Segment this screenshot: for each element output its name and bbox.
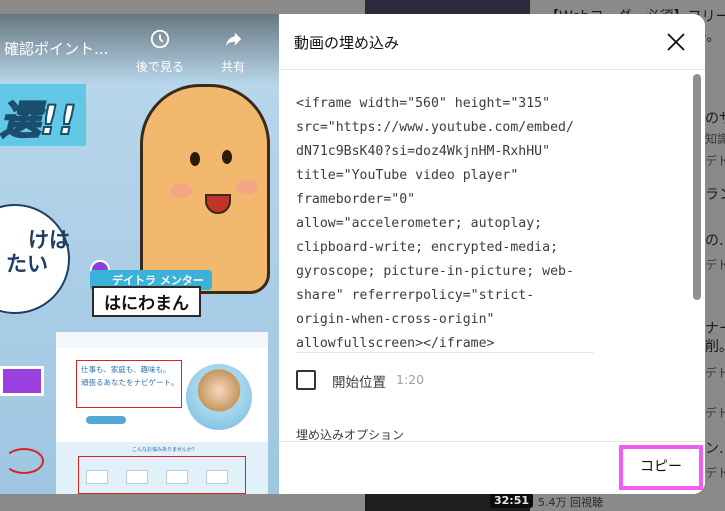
related-video-title: のサー (705, 111, 725, 127)
related-video-title: の… (705, 233, 725, 249)
related-video-channel: デトラ (705, 154, 725, 168)
related-video-title: ン… (705, 441, 725, 457)
mockup-highlight-box: 仕事も、家庭も、趣味も。 頑張るあなたをナビゲート。 (76, 360, 182, 408)
code-line: share" referrerpolicy="strict- (296, 288, 535, 303)
watch-later-button[interactable]: 後で見る (134, 28, 186, 75)
mockup-headline: 仕事も、家庭も、趣味も。 (81, 365, 171, 374)
related-video-channel: デトラ (705, 366, 725, 380)
dialog-scrollbar[interactable] (693, 74, 701, 300)
thumbnail-arrow-icon (4, 448, 44, 474)
related-video-title: ラン (705, 187, 725, 203)
mockup-section-title: こんなお悩みありませんか？ (132, 447, 197, 453)
related-video-channel: デトラ (705, 466, 725, 480)
share-label: 共有 (220, 60, 245, 74)
mascot-cheek (170, 184, 192, 198)
embed-options-heading: 埋め込みオプション (296, 428, 405, 441)
related-video-meta: 知識。 (705, 132, 725, 146)
related-video-channel: デトラ (705, 406, 725, 420)
embed-code-textarea[interactable]: <iframe width="560" height="315" src="ht… (296, 92, 596, 356)
mascot-eye (190, 152, 200, 166)
dialog-body: <iframe width="560" height="315" src="ht… (279, 71, 705, 441)
share-button[interactable]: 共有 (207, 28, 259, 75)
mentor-name: はにわまん (92, 286, 201, 317)
start-position-label: 開始位置 (332, 375, 386, 391)
thumbnail-purple-bar (0, 366, 44, 396)
code-line: frameborder="0" (296, 192, 416, 207)
mascot-eye (222, 150, 232, 164)
embed-dialog: 動画の埋め込み <iframe width="560" height="315"… (279, 14, 705, 494)
code-line: origin-when-cross-origin" (296, 312, 495, 327)
related-video-channel: デトラ (705, 258, 725, 272)
mockup-subheadline: 頑張るあなたをナビゲート。 (81, 378, 179, 387)
website-mockup: 仕事も、家庭も、趣味も。 頑張るあなたをナビゲート。 こんなお悩みありませんか？ (56, 332, 268, 494)
mockup-button (86, 416, 126, 424)
code-divider (296, 352, 594, 353)
close-button[interactable] (662, 28, 690, 56)
start-position-time: 1:20 (396, 372, 425, 387)
share-arrow-icon (225, 32, 242, 47)
thumbnail-banner-text: 選!! (0, 97, 77, 145)
related-video-meta: 5.4万 回視聴 (538, 496, 603, 509)
mockup-photo (186, 364, 252, 430)
code-line: title="YouTube video player" (296, 168, 519, 183)
watch-later-label: 後で見る (135, 60, 184, 74)
dialog-header: 動画の埋め込み (279, 14, 705, 70)
related-video-meta: 削。 (705, 339, 725, 355)
dialog-footer: コピー (279, 441, 705, 494)
copy-button-label: コピー (640, 459, 682, 475)
speech-line: たい (6, 252, 48, 276)
close-icon (667, 33, 685, 51)
code-line: src="https://www.youtube.com/embed/ (296, 120, 574, 135)
speech-line: けは (28, 228, 70, 252)
dialog-title: 動画の埋め込み (294, 34, 400, 52)
code-line: gyroscope; picture-in-picture; web- (296, 264, 574, 279)
video-title[interactable]: 確認ポイント... (4, 38, 108, 59)
related-video-thumbnail (365, 0, 530, 14)
code-line: <iframe width="560" height="315" (296, 96, 551, 111)
related-video-title: ナー (705, 321, 725, 337)
code-line: clipboard-write; encrypted-media; (296, 240, 559, 255)
video-duration-badge: 32:51 (490, 493, 534, 508)
copy-button[interactable]: コピー (619, 445, 703, 490)
clock-icon (150, 29, 170, 49)
video-preview[interactable]: 選!! けは たい デイトラ メンター はにわまん 仕事も、家庭も、趣味も。 頑… (0, 14, 279, 494)
code-line: allow="accelerometer; autoplay; (296, 216, 543, 231)
mascot-cheek (236, 180, 258, 194)
code-line: dN71c9BsK40?si=doz4WkjnHM-RxhHU" (296, 144, 551, 159)
start-position-checkbox[interactable] (296, 370, 316, 390)
